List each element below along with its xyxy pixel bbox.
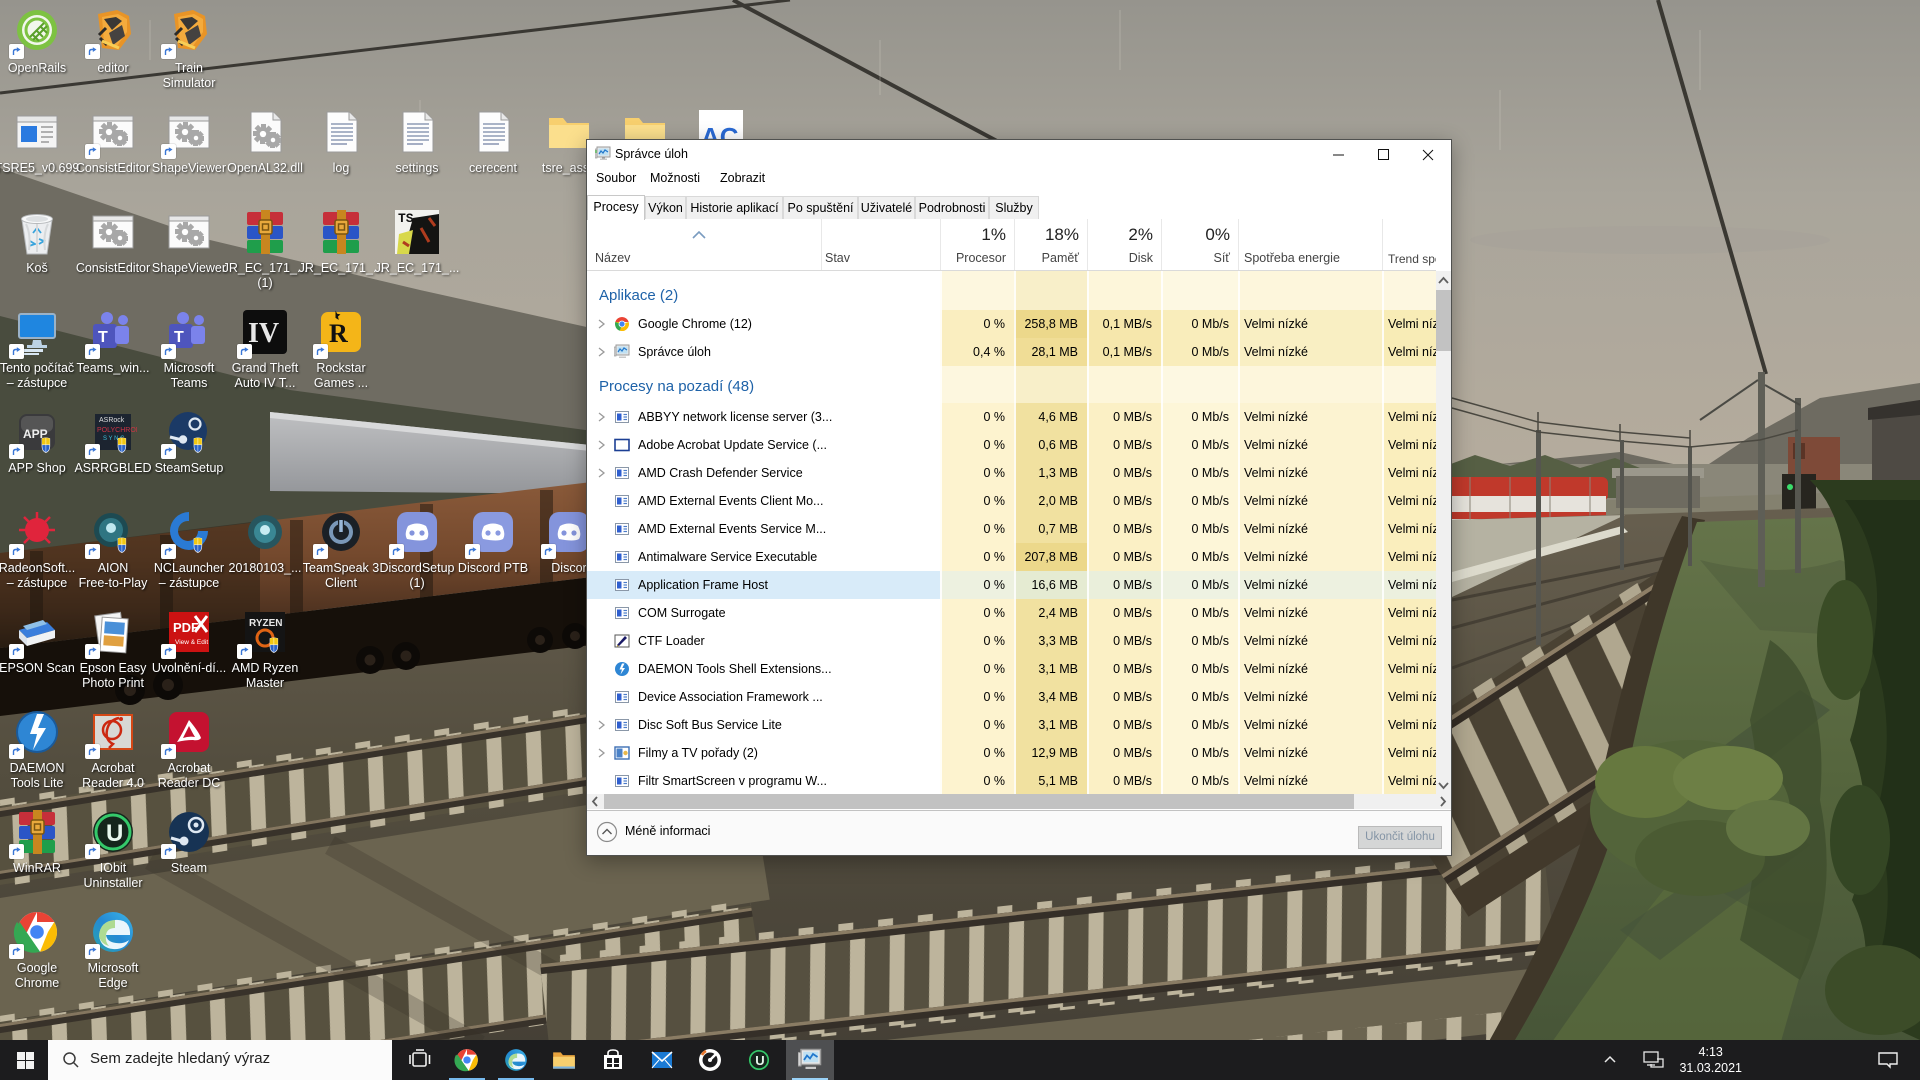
- svg-text:POLYCHROME: POLYCHROME: [97, 427, 137, 434]
- svg-text:RYZEN: RYZEN: [249, 618, 283, 629]
- svg-text:U: U: [755, 1053, 764, 1068]
- svg-text:TS: TS: [398, 211, 414, 226]
- svg-text:R: R: [329, 319, 348, 348]
- svg-text:T: T: [174, 329, 184, 346]
- svg-text:IV: IV: [248, 318, 279, 349]
- svg-text:T: T: [98, 329, 108, 346]
- svg-text:ASRock: ASRock: [99, 417, 125, 424]
- svg-text:U: U: [106, 820, 123, 847]
- svg-text:PDF: PDF: [173, 620, 199, 635]
- svg-text:View & Edit: View & Edit: [175, 639, 208, 646]
